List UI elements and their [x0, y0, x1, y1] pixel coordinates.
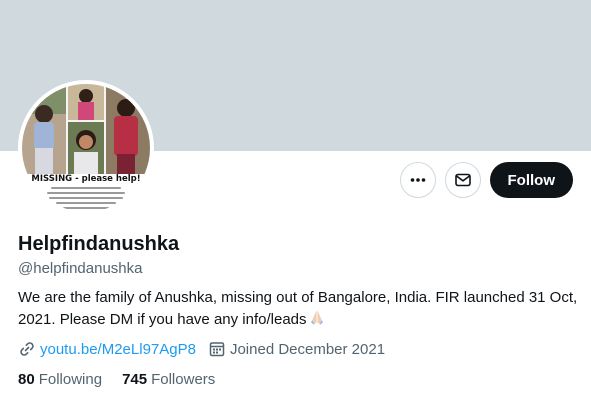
avatar-photos	[22, 84, 150, 174]
folded-hands-icon	[310, 310, 323, 325]
followers-label: Followers	[151, 371, 216, 388]
envelope-icon	[454, 173, 471, 187]
profile-handle: @helpfindanushka	[18, 260, 143, 277]
website-item: youtu.be/M2eLl97AgP8	[18, 340, 196, 358]
following-link[interactable]: 80 Following	[18, 371, 102, 388]
avatar-poster-title: MISSING - please help!	[31, 174, 141, 184]
joined-date: Joined December 2021	[229, 340, 386, 358]
more-button[interactable]	[399, 162, 436, 198]
follow-counts: 80 Following 745 Followers	[18, 371, 235, 388]
calendar-icon	[209, 342, 225, 357]
profile-bio: We are the family of Anushka, missing ou…	[18, 288, 578, 330]
profile-actions: Follow	[399, 162, 573, 198]
following-count: 80	[18, 371, 35, 388]
profile-meta: youtu.be/M2eLl97AgP8 Joined December 202…	[18, 340, 397, 358]
followers-count: 745	[122, 371, 148, 388]
profile-avatar[interactable]: MISSING - please help!	[18, 80, 154, 216]
display-name: Helpfindanushka	[18, 233, 180, 255]
more-dots-icon	[410, 178, 425, 182]
followers-link[interactable]: 745 Followers	[122, 371, 215, 388]
avatar-poster-text	[44, 187, 128, 212]
bio-text: We are the family of Anushka, missing ou…	[18, 289, 578, 328]
message-button[interactable]	[444, 162, 481, 198]
follow-button[interactable]: Follow	[489, 162, 573, 198]
link-icon	[20, 342, 34, 356]
website-link[interactable]: youtu.be/M2eLl97AgP8	[40, 341, 196, 358]
joined-item: Joined December 2021	[208, 340, 385, 358]
following-label: Following	[38, 371, 103, 388]
